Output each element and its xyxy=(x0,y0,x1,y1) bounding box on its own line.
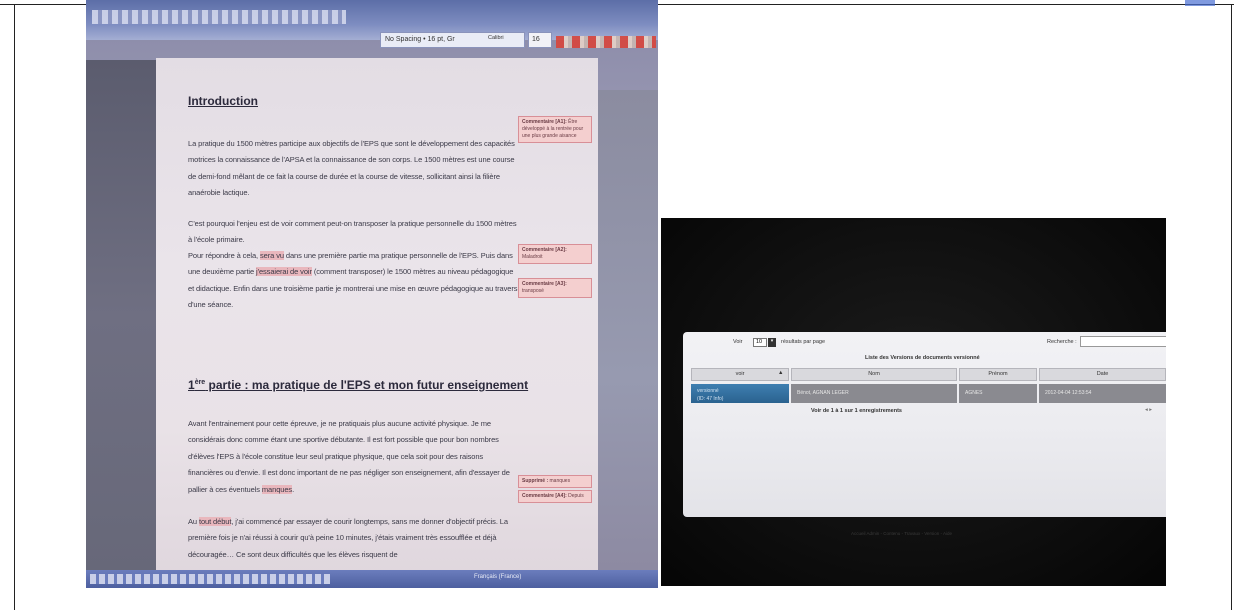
row-date: 2012-04-04 12:53:54 xyxy=(1039,384,1166,403)
part1-heading-rest: partie : ma pratique de l'EPS et mon fut… xyxy=(205,378,529,392)
deletion-text: manques xyxy=(549,478,571,484)
intro-p3-text-a: Pour répondre à cela, xyxy=(188,251,261,260)
part1-p2-text-b: , j'ai commencé par essayer de courir lo… xyxy=(188,517,508,559)
header-link[interactable] xyxy=(1185,0,1215,6)
language-status[interactable]: Français (France) xyxy=(474,574,521,580)
highlight-manques[interactable]: manques xyxy=(261,484,292,494)
search-input[interactable] xyxy=(1080,336,1166,347)
part1-heading-sup: ère xyxy=(194,379,206,386)
intro-paragraph-2: C'est pourquoi l'enjeu est de voir comme… xyxy=(188,219,517,245)
comment-a3-text: transposé xyxy=(522,288,544,294)
ribbon-toolbar xyxy=(86,0,658,40)
comment-a1-author: Commentaire [A1]: xyxy=(522,119,567,125)
part1-paragraph-1: Avant l'entrainement pour cette épreuve,… xyxy=(188,416,518,498)
table-info: Voir de 1 à 1 sur 1 enregistrements xyxy=(811,408,902,414)
comment-a2-author: Commentaire [A2]: xyxy=(522,247,567,253)
search-label: Recherche : xyxy=(1047,339,1077,345)
comment-balloon-a4[interactable]: Commentaire [A4]: Depuis xyxy=(518,490,592,503)
chevron-down-icon[interactable]: ▾ xyxy=(768,338,776,347)
intro-paragraph-3: Pour répondre à cela, sera vu dans une p… xyxy=(188,248,518,314)
font-size-box[interactable]: 16 xyxy=(528,32,552,48)
word-document-photo: No Spacing • 16 pt, Gr 16 Calibri Introd… xyxy=(86,0,658,588)
column-header-nom[interactable]: Nom xyxy=(791,368,957,381)
comment-balloon-a2[interactable]: Commentaire [A2]: Maladroit xyxy=(518,244,592,264)
comment-a4-author: Commentaire [A4]: xyxy=(522,493,567,499)
comment-balloon-a3[interactable]: Commentaire [A3]: transposé xyxy=(518,278,592,298)
column-header-prenom[interactable]: Prénom xyxy=(959,368,1037,381)
drawing-toolbar: Français (France) xyxy=(86,570,658,588)
part1-p2-text-a: Au xyxy=(188,517,199,526)
font-name-box[interactable]: Calibri xyxy=(488,35,504,41)
show-prefix: Voir xyxy=(733,339,743,345)
comment-a3-author: Commentaire [A3]: xyxy=(522,281,567,287)
drawing-tools-icons[interactable] xyxy=(90,574,330,584)
part1-heading: 1ère partie : ma pratique de l'EPS et mo… xyxy=(188,378,528,392)
page-size-select[interactable]: 10 xyxy=(753,338,767,347)
part1-p1-text-b: . xyxy=(292,484,295,494)
comment-balloon-a1[interactable]: Commentaire [A1]: Être développé à la re… xyxy=(518,116,592,143)
comment-a2-text: Maladroit xyxy=(522,254,543,260)
row-nom: Bénot, AGNAN LEGER xyxy=(791,384,957,403)
part1-paragraph-2: Au tout début, j'ai commencé par essayer… xyxy=(188,514,518,563)
deletion-label: Supprimé : xyxy=(522,478,549,484)
sort-asc-icon: ▲ xyxy=(778,370,784,376)
highlight-tout-debut[interactable]: tout début xyxy=(198,517,231,526)
left-margin-area xyxy=(86,60,156,570)
version-link-sub: (ID: 47 Info) xyxy=(697,396,724,402)
comment-a4-text: Depuis xyxy=(568,493,584,499)
page-footer: Accueil Admin - Contenu - Travaux - Vers… xyxy=(851,531,953,536)
highlight-essaierai[interactable]: j'essaierai de voir xyxy=(256,267,312,277)
formatting-buttons[interactable] xyxy=(556,36,656,48)
intro-paragraph-1: La pratique du 1500 mètres participe aux… xyxy=(188,139,515,198)
frame-border-right xyxy=(1231,4,1232,610)
deletion-balloon[interactable]: Supprimé : manques xyxy=(518,475,592,488)
show-suffix: résultats par page xyxy=(781,339,826,345)
version-link-text: versionné xyxy=(697,388,719,394)
browser-screen: Voir 10 ▾ résultats par page Recherche :… xyxy=(683,332,1166,517)
versions-table-photo: Voir 10 ▾ résultats par page Recherche :… xyxy=(661,218,1166,586)
quick-access-toolbar[interactable] xyxy=(92,10,346,24)
table-title: Liste des Versions de documents versionn… xyxy=(865,355,980,361)
column-header-date[interactable]: Date xyxy=(1039,368,1166,381)
part1-p1-text-a: Avant l'entrainement pour cette épreuve,… xyxy=(188,419,510,494)
row-prenom: AGNES xyxy=(959,384,1037,403)
introduction-heading: Introduction xyxy=(188,94,258,108)
frame-border-left xyxy=(14,4,15,610)
part1-heading-prefix: 1 xyxy=(188,378,195,392)
column-header-voir[interactable]: voir xyxy=(691,368,789,381)
comment-margin-area xyxy=(598,90,658,570)
highlight-sera-vu[interactable]: sera vu xyxy=(260,251,284,260)
row-version-link[interactable]: versionné (ID: 47 Info) xyxy=(691,384,789,403)
pagination-icons[interactable]: ◂ ▸ xyxy=(1145,407,1152,413)
